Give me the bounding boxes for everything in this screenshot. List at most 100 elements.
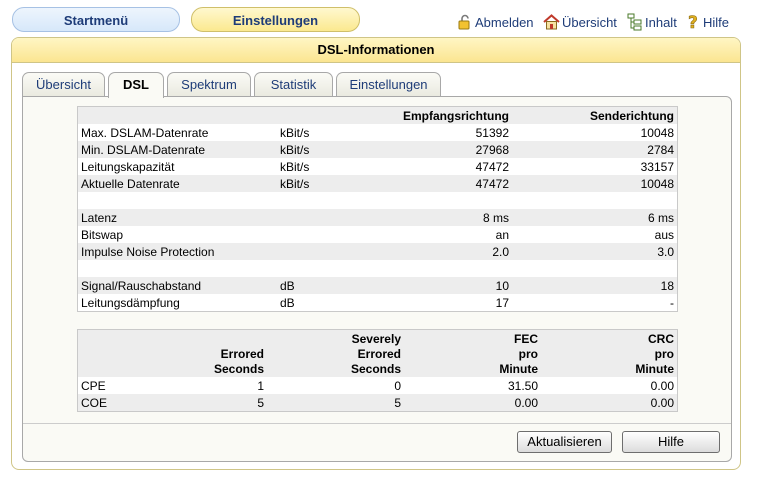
logout-link[interactable]: Abmelden [457,12,534,32]
row-label: CPE [81,378,106,393]
header-line: Minute [499,362,538,376]
upstream-value: aus [654,227,674,242]
overview-link[interactable]: Übersicht [543,12,617,32]
row-unit [277,192,347,209]
sitemap-icon [627,13,642,31]
table-row: CPE 1 0 31.50 0.00 [78,377,677,394]
downstream-value: an [495,227,509,242]
errored-seconds-value: 5 [177,394,267,411]
column-header: Senderichtung [512,107,677,124]
upstream-value: 33157 [640,159,674,174]
column-header-errored-seconds: Errored Seconds [177,330,267,377]
table-row: Min. DSLAM-Datenrate kBit/s 27968 2784 [78,141,677,158]
crc-value: 0.00 [541,394,677,411]
table-row: Aktuelle Datenrate kBit/s 47472 10048 [78,175,677,192]
column-header-crc: CRC pro Minute [541,330,677,377]
row-unit: kBit/s [277,175,347,192]
downstream-value [347,260,512,277]
svg-text:?: ? [688,13,698,31]
row-label: Latenz [78,209,277,226]
column-header [277,107,347,124]
upstream-value: 6 ms [512,209,677,226]
row-unit [277,209,347,226]
upstream-value: 3.0 [512,243,677,260]
overview-label: Übersicht [562,14,617,30]
upstream-value: 10048 [640,125,674,140]
refresh-button[interactable]: Aktualisieren [517,431,612,453]
tab-statistics[interactable]: Statistik [254,72,333,97]
tab-spectrum[interactable]: Spektrum [167,72,251,97]
downstream-value: 17 [495,295,509,310]
downstream-value: 27968 [347,141,512,158]
table-row: Leitungskapazität kBit/s 47472 33157 [78,158,677,175]
row-label [78,192,277,209]
header-line: FEC [514,332,538,346]
settings-nav-button[interactable]: Einstellungen [191,7,360,32]
row-label: Aktuelle Datenrate [78,175,277,192]
downstream-value: 2.0 [347,243,512,260]
errored-seconds-value: 1 [257,378,264,393]
row-label: Signal/Rauschabstand [78,277,277,294]
table-header-row: Errored Seconds Severely Errored Seconds… [78,330,677,377]
table-header-row: Empfangsrichtung Senderichtung [78,107,677,124]
downstream-value: 47472 [347,175,512,192]
row-unit: kBit/s [277,141,347,158]
error-stats-table: Errored Seconds Severely Errored Seconds… [77,329,678,412]
table-row: Impulse Noise Protection 2.0 3.0 [78,243,677,260]
table-row: Max. DSLAM-Datenrate kBit/s 51392 10048 [78,124,677,141]
lock-icon [458,14,470,30]
tab-content: Empfangsrichtung Senderichtung Max. DSLA… [22,96,732,462]
upstream-value [512,260,677,277]
upstream-value: - [670,295,674,310]
help-link[interactable]: ? Hilfe [687,12,729,32]
divider [23,423,731,424]
row-label: Min. DSLAM-Datenrate [78,141,277,158]
table-row-spacer [78,192,677,209]
tab-settings[interactable]: Einstellungen [336,72,441,97]
downstream-value: 51392 [475,125,509,140]
table-row-spacer [78,260,677,277]
header-line: Errored [357,347,401,361]
startmenu-button[interactable]: Startmenü [12,7,180,32]
upstream-value: 2784 [512,141,677,158]
content-link[interactable]: Inhalt [627,12,677,32]
column-header-fec: FEC pro Minute [404,330,541,377]
table-row: Latenz 8 ms 6 ms [78,209,677,226]
header-line: Seconds [350,362,401,376]
question-mark-icon: ? [688,13,698,31]
table-row: COE 5 5 0.00 0.00 [78,394,677,411]
table-row: Signal/Rauschabstand dB 10 18 [78,277,677,294]
upstream-value: 10048 [512,175,677,192]
upstream-value [512,192,677,209]
row-label: Bitswap [81,227,124,242]
row-label [78,260,277,277]
fec-value: 31.50 [507,378,538,393]
tab-overview[interactable]: Übersicht [22,72,105,97]
tab-dsl[interactable]: DSL [108,72,164,98]
panel-title: DSL-Informationen [12,38,740,63]
row-label: Leitungsdämpfung [81,295,180,310]
row-unit [277,226,347,243]
column-header [78,107,277,124]
fec-value: 0.00 [404,394,541,411]
row-label: COE [78,394,177,411]
downstream-value: 47472 [475,159,509,174]
home-icon [543,14,560,30]
row-unit [277,243,347,260]
severely-errored-seconds-value: 5 [267,394,404,411]
header-line: Severely [351,332,401,346]
header-line: Seconds [213,362,264,376]
downstream-value: 8 ms [347,209,512,226]
header-line: CRC [648,332,674,346]
header-line: pro [654,347,674,361]
downstream-value: 10 [347,277,512,294]
help-button[interactable]: Hilfe [622,431,720,453]
row-unit: kBit/s [280,159,310,174]
row-label: Max. DSLAM-Datenrate [81,125,209,140]
header-line: Minute [635,362,674,376]
row-unit: dB [277,277,347,294]
column-header: Empfangsrichtung [347,107,512,124]
crc-value: 0.00 [650,378,674,393]
row-unit: kBit/s [280,125,310,140]
column-header [78,330,177,377]
